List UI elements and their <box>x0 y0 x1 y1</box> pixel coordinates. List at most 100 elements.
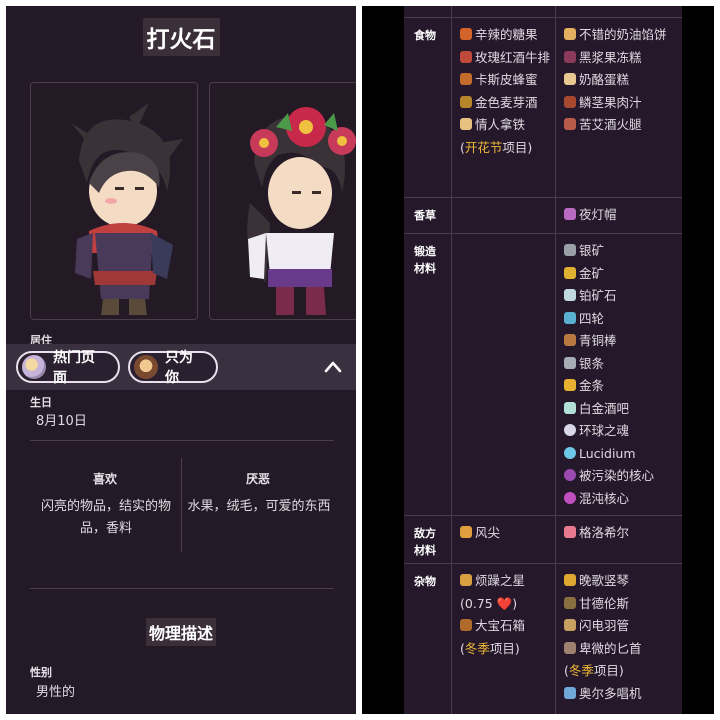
category-misc: 杂物 <box>414 575 436 588</box>
likes-label: 喜欢 <box>92 472 117 486</box>
lucidium-icon <box>564 446 576 459</box>
dislikes-text: 水果，绒毛，可爱的东西 <box>187 499 331 514</box>
list-item[interactable]: 情人拿铁 <box>460 114 554 137</box>
list-item[interactable]: 环球之魂 <box>564 420 654 443</box>
gandalos-icon <box>564 596 576 609</box>
chevron-up-icon[interactable] <box>324 358 342 376</box>
tab-for-you[interactable]: 只为你 <box>128 350 218 386</box>
fussy-star-icon <box>460 574 472 586</box>
winter-link[interactable]: 冬季 <box>465 641 490 656</box>
list-item[interactable]: 辛辣的糖果 <box>460 24 554 47</box>
character-festival-sprite <box>247 107 356 315</box>
page-title: 打火石 <box>142 18 220 56</box>
list-item[interactable]: 四轮 <box>564 308 654 331</box>
platinum-bar-icon <box>564 401 576 414</box>
gift-table: 食物 辛辣的糖果 玫瑰红酒牛排 卡斯皮蜂蜜 金色麦芽酒 情人拿铁 (开花节项目)… <box>404 6 682 714</box>
character-default-sprite <box>71 103 183 315</box>
list-item[interactable]: 银条 <box>564 353 654 376</box>
divider <box>30 440 334 441</box>
category-food: 食物 <box>414 29 436 42</box>
spicy-sugar-fruit-icon <box>460 28 472 40</box>
platinum-ore-icon <box>564 289 576 301</box>
gender-label: 性别 <box>30 666 52 679</box>
character-portrait-festival[interactable] <box>209 82 356 320</box>
treasure-chest-icon <box>460 619 472 631</box>
list-item[interactable]: 白金酒吧 <box>564 398 654 421</box>
blackberry-jelly-cake-icon <box>564 50 576 63</box>
list-item[interactable]: 金色麦芽酒 <box>460 92 554 115</box>
list-item[interactable]: 奥尔多唱机 <box>564 683 642 706</box>
list-item[interactable]: 青铜棒 <box>564 330 654 353</box>
popular-pages-avatar-icon <box>22 355 46 379</box>
divider <box>30 588 334 589</box>
loved-items-list: 格洛希尔 <box>564 522 629 545</box>
table-row-enemy-materials: 敌方材料 风尖 格洛希尔 <box>404 516 682 564</box>
grosh-icon <box>564 526 576 538</box>
list-item[interactable]: 卡斯皮蜂蜜 <box>460 69 554 92</box>
liked-items-list: 辛辣的糖果 玫瑰红酒牛排 卡斯皮蜂蜜 金色麦芽酒 情人拿铁 (开花节项目) <box>460 24 554 159</box>
list-item[interactable]: 格洛希尔 <box>564 522 629 545</box>
wind-tip-icon <box>460 526 472 538</box>
list-item[interactable]: 金矿 <box>564 263 654 286</box>
cheesecake-icon <box>564 73 576 85</box>
list-item[interactable]: 混沌核心 <box>564 488 654 511</box>
list-item[interactable]: 闪电羽管 <box>564 615 642 638</box>
winter-note: (冬季项目) <box>564 663 624 678</box>
four-wheel-icon <box>564 311 576 324</box>
list-item[interactable]: 金条 <box>564 375 654 398</box>
list-item[interactable]: 烦躁之星 <box>460 570 525 593</box>
list-item[interactable]: 玫瑰红酒牛排 <box>460 47 554 70</box>
list-item[interactable]: 奶酪蛋糕 <box>564 69 680 92</box>
festival-link[interactable]: 开花节 <box>465 140 503 155</box>
lightning-quill-icon <box>564 619 576 631</box>
tainted-core-icon <box>564 469 576 481</box>
rhubarb-gravy-icon <box>564 95 576 108</box>
character-portrait-default[interactable] <box>30 82 198 320</box>
title-container: 打火石 <box>6 18 356 56</box>
list-item[interactable]: 风尖 <box>460 522 500 545</box>
winter-link[interactable]: 冬季 <box>569 663 594 678</box>
bronze-bar-icon <box>564 334 576 346</box>
table-row-food: 食物 辛辣的糖果 玫瑰红酒牛排 卡斯皮蜂蜜 金色麦芽酒 情人拿铁 (开花节项目)… <box>404 18 682 198</box>
list-item[interactable]: 被污染的核心 <box>564 465 654 488</box>
list-item[interactable]: 甘德伦斯 <box>564 593 642 616</box>
list-item[interactable]: 夜灯帽 <box>564 204 617 227</box>
lyre-icon <box>564 574 576 586</box>
winter-note: (冬季项目) <box>460 640 520 656</box>
list-item[interactable]: 苦艾酒火腿 <box>564 114 680 137</box>
category-enemy-materials: 敌方材料 <box>414 527 436 557</box>
lover-latte-icon <box>460 118 472 130</box>
loved-items-list: 不错的奶油馅饼 黑浆果冻糕 奶酪蛋糕 鳞茎果肉汁 苦艾酒火腿 <box>564 24 680 137</box>
loved-items-list: 银矿 金矿 铂矿石 四轮 青铜棒 银条 金条 白金酒吧 环球之魂 Lucidiu… <box>564 240 654 510</box>
globe-soul-icon <box>564 424 576 436</box>
list-item[interactable]: Lucidium <box>564 443 654 466</box>
birthday-label: 生日 <box>30 396 52 409</box>
list-item[interactable]: 卑微的匕首 <box>564 638 642 661</box>
category-herbs: 香草 <box>414 209 436 222</box>
tab-popular-pages[interactable]: 热门页面 <box>16 350 120 386</box>
physical-section-title: 物理描述 <box>145 618 216 646</box>
list-item[interactable]: 铂矿石 <box>564 285 654 308</box>
list-item[interactable]: 黑浆果冻糕 <box>564 47 680 70</box>
tab-popular-pages-label: 热门页面 <box>53 350 95 386</box>
list-item[interactable]: 晚歌竖琴 <box>564 570 642 593</box>
cream-pie-icon <box>564 28 576 40</box>
liked-items-list: 风尖 <box>460 522 500 545</box>
list-item[interactable]: 鳞茎果肉汁 <box>564 92 680 115</box>
wormwood-ham-icon <box>564 118 576 130</box>
birthday-value: 8月10日 <box>36 414 87 429</box>
gold-ore-icon <box>564 266 576 279</box>
ordo-choir-icon <box>564 686 576 699</box>
heart-value-note: (0.75 ❤️) <box>460 595 518 611</box>
golden-malt-wine-icon <box>460 95 472 108</box>
list-item[interactable]: 不错的奶油馅饼 <box>564 24 680 47</box>
tab-for-you-label: 只为你 <box>165 350 193 386</box>
list-item[interactable]: 银矿 <box>564 240 654 263</box>
character-profile-panel: 打火石 居住 热门页面 只为你 生日 8月10日 喜欢 闪亮的物品，结实的物品，… <box>6 6 356 714</box>
for-you-avatar-icon <box>134 355 158 379</box>
chaos-core-icon <box>564 491 576 504</box>
silver-ore-icon <box>564 244 576 256</box>
festival-note: (开花节项目) <box>460 139 533 155</box>
list-item[interactable]: 大宝石箱 <box>460 615 525 638</box>
table-row-herbs: 香草 夜灯帽 <box>404 198 682 234</box>
